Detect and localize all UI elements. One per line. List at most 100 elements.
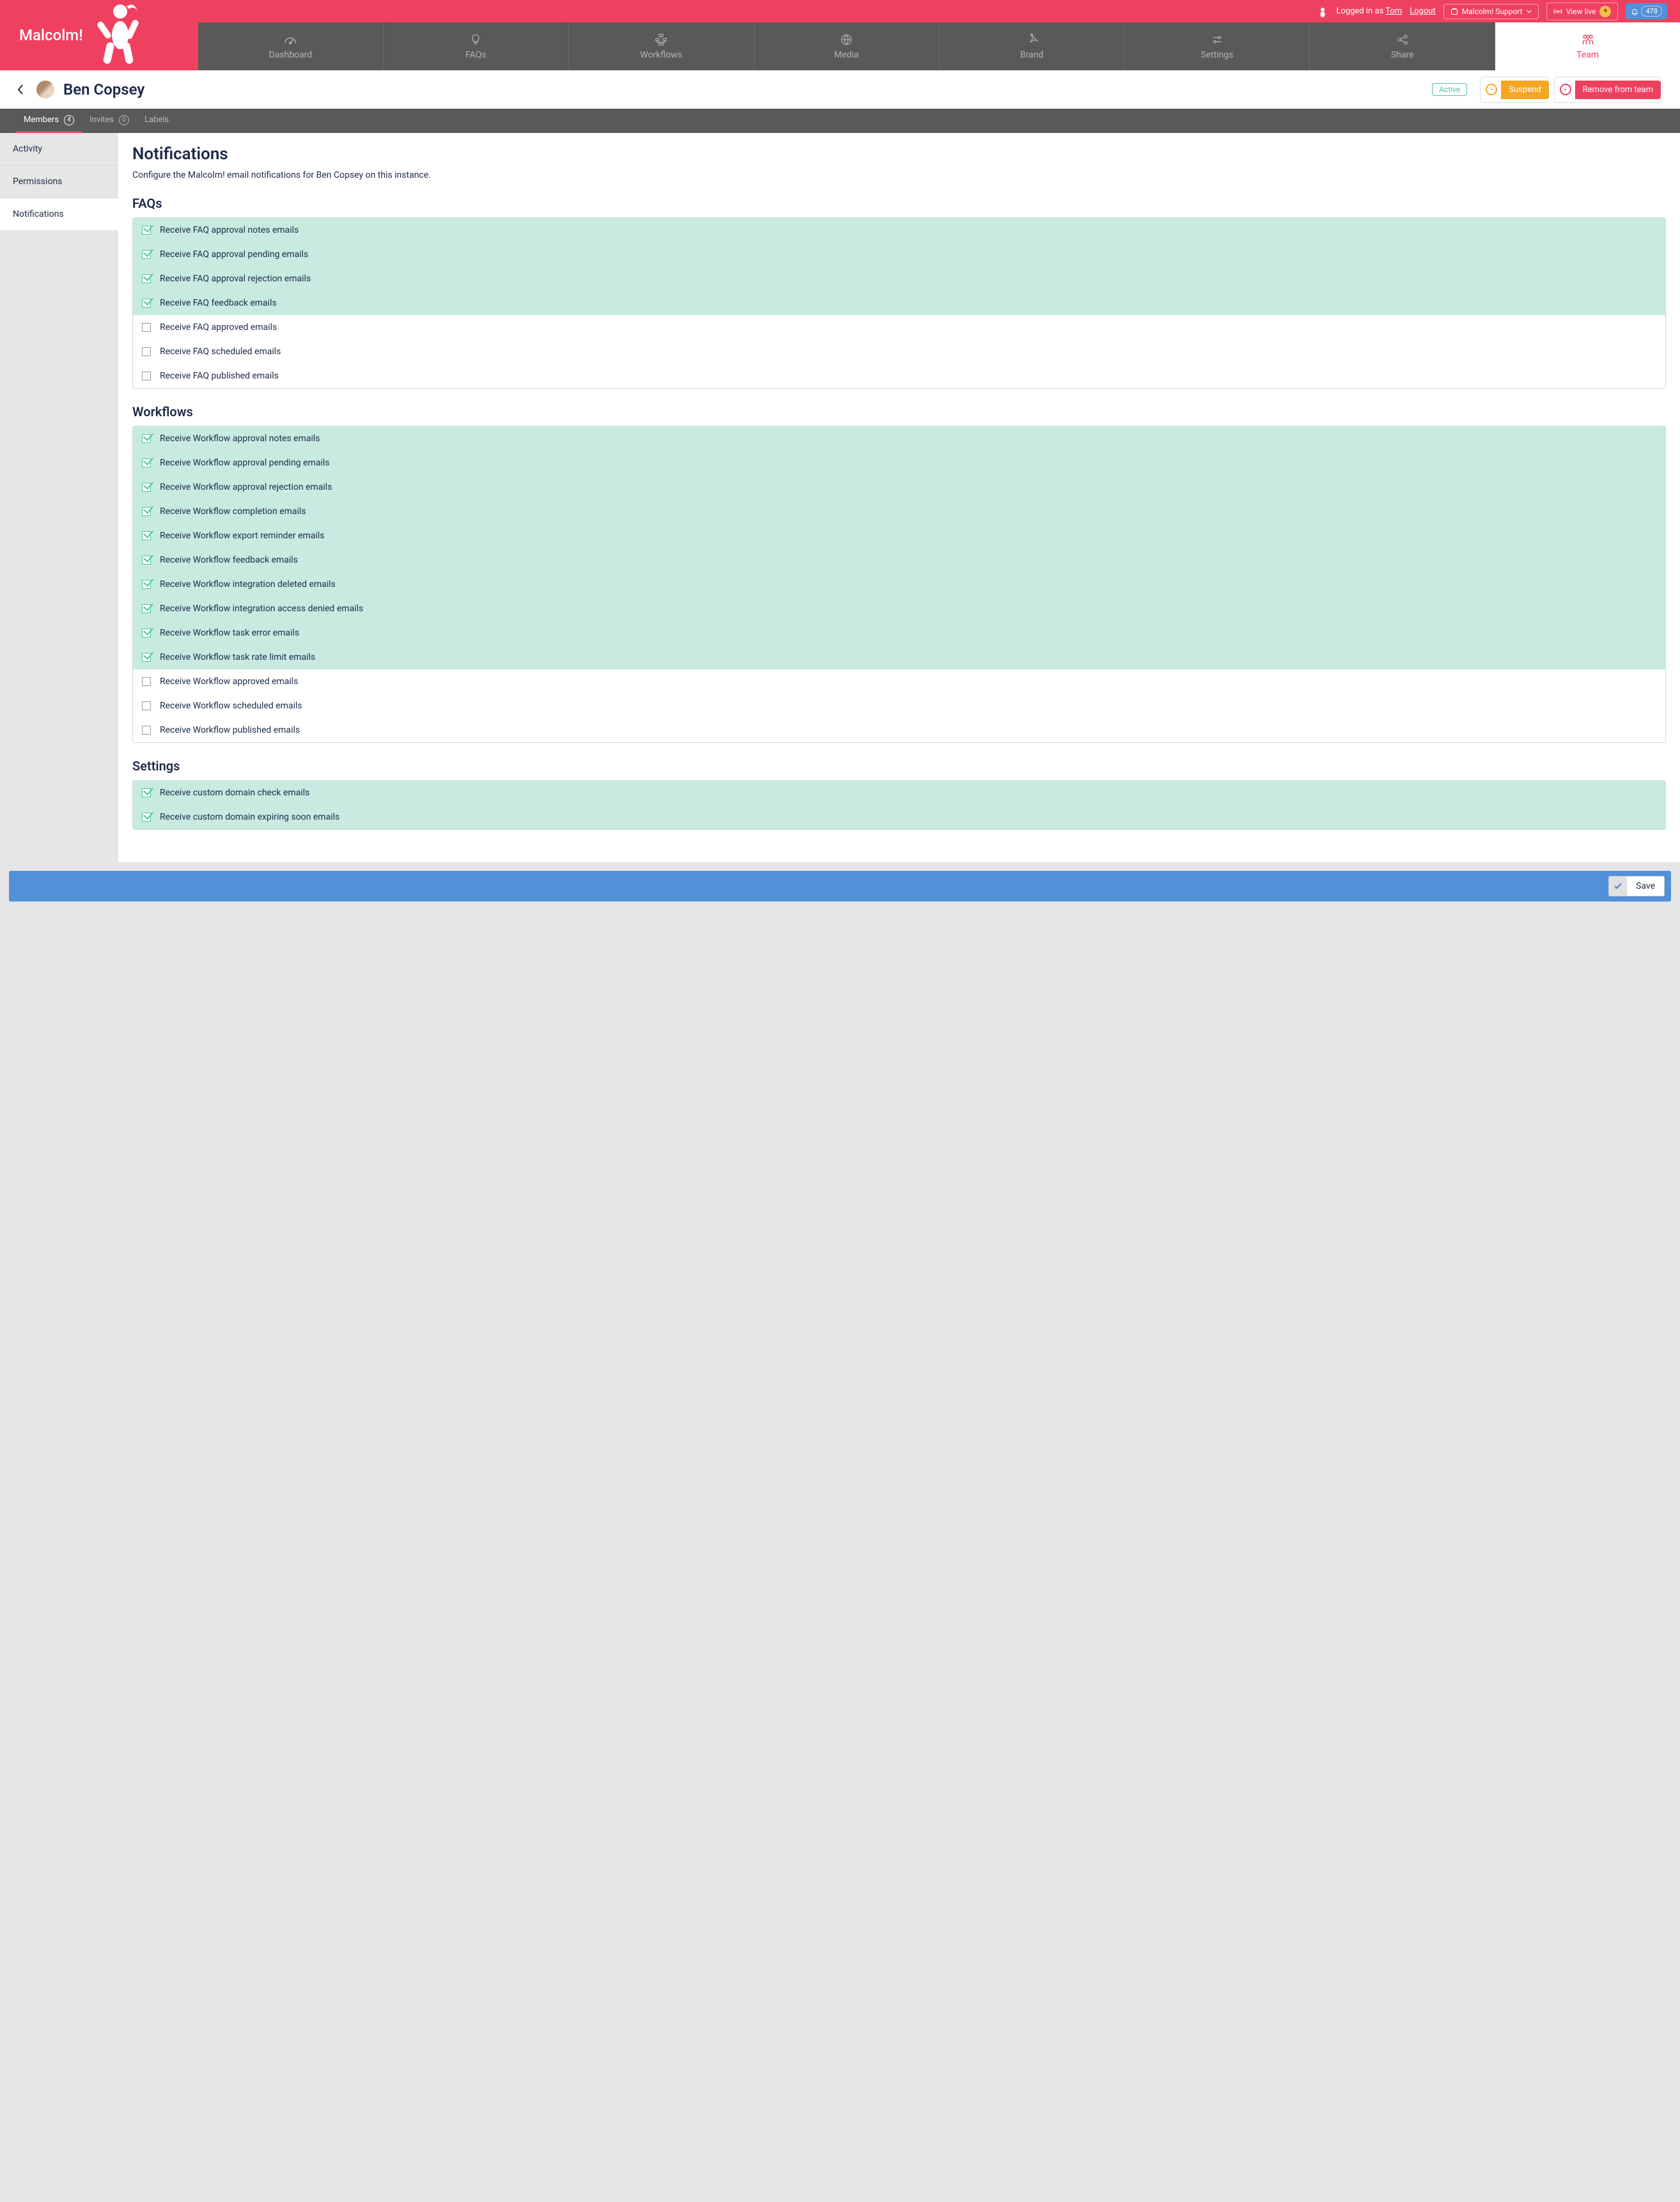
check-row[interactable]: Receive Workflow approved emails: [133, 669, 1665, 694]
check-row[interactable]: Receive Workflow approval pending emails: [133, 451, 1665, 475]
checkbox[interactable]: [142, 483, 151, 492]
checkbox[interactable]: [142, 653, 151, 662]
brand[interactable]: Malcolm!: [0, 0, 198, 70]
check-row[interactable]: Receive Workflow integration deleted ema…: [133, 572, 1665, 597]
logout-link[interactable]: Logout: [1410, 6, 1436, 16]
checkbox[interactable]: [142, 677, 151, 686]
check-label: Receive Workflow export reminder emails: [160, 531, 324, 541]
check-label: Receive custom domain expiring soon emai…: [160, 812, 339, 822]
check-row[interactable]: Receive Workflow published emails: [133, 718, 1665, 742]
check-row[interactable]: Receive Workflow approval rejection emai…: [133, 475, 1665, 499]
check-label: Receive Workflow completion emails: [160, 506, 306, 517]
sliders-icon: [1210, 33, 1224, 46]
remove-button-wrap[interactable]: Remove from team: [1554, 77, 1661, 103]
sidebar-item-notifications[interactable]: Notifications: [0, 198, 118, 230]
check-group: Receive Workflow approval notes emails Re…: [132, 426, 1666, 743]
check-row[interactable]: Receive FAQ published emails: [133, 364, 1665, 388]
remove-icon: [1560, 84, 1571, 95]
check-row[interactable]: Receive Workflow completion emails: [133, 499, 1665, 524]
suspend-label: Suspend: [1501, 81, 1548, 99]
brand-icon: [1025, 33, 1039, 46]
checkbox[interactable]: [142, 323, 151, 332]
check-label: Receive Workflow integration deleted ema…: [160, 579, 336, 590]
checkbox[interactable]: [142, 507, 151, 516]
nav-dashboard[interactable]: Dashboard: [198, 22, 383, 70]
clock-icon: [1486, 84, 1497, 95]
checkbox[interactable]: [142, 788, 151, 797]
check-row[interactable]: Receive Workflow export reminder emails: [133, 524, 1665, 548]
check-label: Receive Workflow task rate limit emails: [160, 652, 315, 662]
checkbox[interactable]: [142, 701, 151, 710]
check-label: Receive Workflow approval rejection emai…: [160, 482, 332, 492]
check-row[interactable]: Receive FAQ feedback emails: [133, 291, 1665, 315]
notifications-button[interactable]: 478: [1626, 3, 1667, 19]
check-label: Receive Workflow integration access deni…: [160, 604, 363, 614]
nav-media[interactable]: Media: [754, 22, 939, 70]
nav-share[interactable]: Share: [1309, 22, 1495, 70]
broadcast-icon: [1553, 8, 1562, 15]
nav-brand[interactable]: Brand: [939, 22, 1124, 70]
sidebar-item-activity[interactable]: Activity: [0, 133, 118, 166]
checkbox[interactable]: [142, 580, 151, 589]
back-chevron-icon[interactable]: [16, 84, 25, 95]
username-link[interactable]: Tom: [1385, 6, 1402, 16]
nav-settings[interactable]: Settings: [1124, 22, 1309, 70]
subtab-labels[interactable]: Labels: [137, 109, 176, 133]
checkbox[interactable]: [142, 371, 151, 380]
checkbox[interactable]: [142, 813, 151, 822]
checkbox[interactable]: [142, 347, 151, 356]
sidebar-item-permissions[interactable]: Permissions: [0, 166, 118, 198]
check-label: Receive Workflow published emails: [160, 725, 300, 735]
nav-faqs[interactable]: FAQs: [383, 22, 568, 70]
save-button[interactable]: Save: [1608, 876, 1665, 896]
check-label: Receive FAQ approved emails: [160, 322, 277, 332]
check-label: Receive FAQ approval pending emails: [160, 249, 308, 260]
checkbox[interactable]: [142, 629, 151, 637]
check-row[interactable]: Receive FAQ approval rejection emails: [133, 267, 1665, 291]
checkbox[interactable]: [142, 556, 151, 565]
monkey-logo-icon: [89, 0, 147, 70]
lightbulb-icon: [469, 33, 483, 46]
checkbox[interactable]: [142, 226, 151, 235]
support-dropdown[interactable]: Malcolm! Support: [1443, 4, 1539, 19]
nav-workflows[interactable]: Workflows: [568, 22, 754, 70]
checkbox[interactable]: [142, 299, 151, 308]
check-row[interactable]: Receive custom domain expiring soon emai…: [133, 805, 1665, 829]
content-description: Configure the Malcolm! email notificatio…: [132, 170, 1666, 180]
check-row[interactable]: Receive FAQ approved emails: [133, 315, 1665, 340]
check-row[interactable]: Receive Workflow task rate limit emails: [133, 645, 1665, 669]
check-label: Receive FAQ scheduled emails: [160, 347, 281, 357]
check-row[interactable]: Receive Workflow task error emails: [133, 621, 1665, 645]
checkbox[interactable]: [142, 604, 151, 613]
check-group: Receive custom domain check emails Receiv…: [132, 780, 1666, 830]
check-row[interactable]: Receive custom domain check emails: [133, 781, 1665, 805]
check-label: Receive FAQ published emails: [160, 371, 279, 381]
subtab-invites[interactable]: Invites 0: [82, 109, 137, 133]
checkbox[interactable]: [142, 458, 151, 467]
nav-team[interactable]: Team: [1495, 22, 1680, 70]
section-title: Workflows: [132, 404, 1666, 419]
content-heading: Notifications: [132, 144, 1666, 164]
check-row[interactable]: Receive FAQ scheduled emails: [133, 340, 1665, 364]
check-row[interactable]: Receive FAQ approval notes emails: [133, 218, 1665, 242]
checkbox[interactable]: [142, 531, 151, 540]
check-row[interactable]: Receive Workflow integration access deni…: [133, 597, 1665, 621]
check-row[interactable]: Receive FAQ approval pending emails: [133, 242, 1665, 267]
check-icon: [1609, 877, 1627, 896]
top-links: Logged in as Tom Logout Malcolm! Support…: [198, 0, 1680, 22]
check-label: Receive Workflow approval notes emails: [160, 433, 320, 444]
check-row[interactable]: Receive Workflow feedback emails: [133, 548, 1665, 572]
check-row[interactable]: Receive Workflow approval notes emails: [133, 426, 1665, 451]
checkbox[interactable]: [142, 274, 151, 283]
view-live-button[interactable]: View live ✦: [1546, 3, 1619, 20]
suspend-button-wrap[interactable]: Suspend: [1480, 77, 1548, 103]
check-label: Receive Workflow approved emails: [160, 676, 298, 687]
save-bar: Save: [9, 871, 1671, 902]
check-label: Receive Workflow approval pending emails: [160, 458, 330, 468]
monkey-small-icon: [1317, 6, 1328, 17]
checkbox[interactable]: [142, 434, 151, 443]
checkbox[interactable]: [142, 726, 151, 735]
check-row[interactable]: Receive Workflow scheduled emails: [133, 694, 1665, 718]
subtab-members[interactable]: Members 4: [16, 109, 82, 133]
checkbox[interactable]: [142, 250, 151, 259]
